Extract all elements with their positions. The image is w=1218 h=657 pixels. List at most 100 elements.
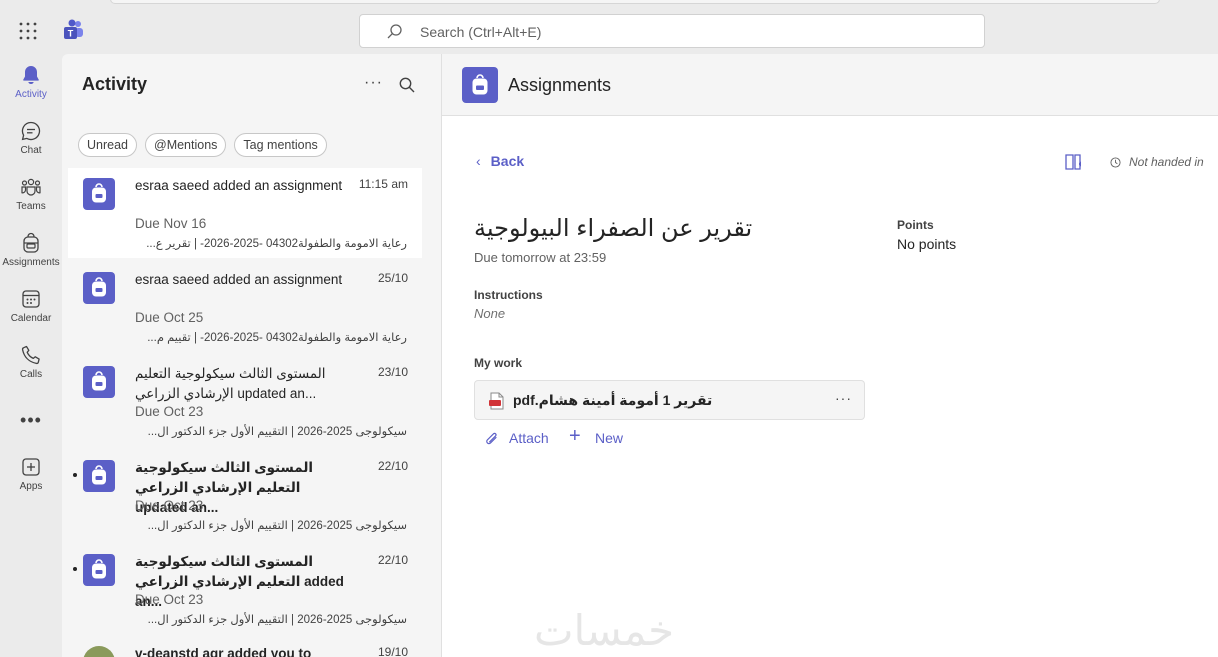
unread-indicator xyxy=(73,567,77,571)
paperclip-icon xyxy=(486,432,497,445)
item-subtitle: رعاية الامومة والطفولة04302 -2025-2026- … xyxy=(146,238,407,250)
pdf-file-icon xyxy=(489,392,504,410)
instructions-value: None xyxy=(474,306,506,321)
item-due: Due Oct 23 xyxy=(135,404,204,419)
rail-label: Chat xyxy=(20,145,42,156)
item-time: 11:15 am xyxy=(358,177,408,191)
more-apps-icon[interactable]: ••• xyxy=(0,410,62,431)
backpack-icon xyxy=(92,371,106,391)
backpack-icon xyxy=(472,74,488,95)
backpack-icon xyxy=(23,232,39,253)
plus-icon: + xyxy=(569,425,581,447)
teams-icon xyxy=(21,178,41,196)
rail-item-chat[interactable]: Chat xyxy=(0,120,62,172)
backpack-icon xyxy=(92,465,106,485)
browser-strip xyxy=(110,0,1160,4)
bell-icon xyxy=(23,66,39,85)
assignments-app-icon xyxy=(462,67,498,103)
assignments-app-avatar xyxy=(83,554,115,586)
activity-panel: Activity ··· Unread @Mentions Tag mentio… xyxy=(62,54,442,657)
more-options-icon[interactable]: ··· xyxy=(364,74,383,92)
phone-icon xyxy=(21,345,40,365)
rail-item-apps[interactable]: Apps xyxy=(0,456,62,508)
rail-item-assignments[interactable]: Assignments xyxy=(0,232,62,284)
rail-item-calls[interactable]: Calls xyxy=(0,344,62,396)
rail-item-teams[interactable]: Teams xyxy=(0,176,62,228)
rail-label: Assignments xyxy=(2,257,60,268)
instructions-label: Instructions xyxy=(474,288,543,302)
assignments-app-avatar xyxy=(83,460,115,492)
item-subtitle: سيكولوجى 2025-2026 | التقييم الأول جزء ا… xyxy=(147,520,407,532)
attach-button[interactable]: Attach xyxy=(486,430,549,446)
chat-icon xyxy=(21,121,41,141)
my-work-label: My work xyxy=(474,356,523,370)
item-time: 22/10 xyxy=(377,459,408,473)
rail-label: Calendar xyxy=(10,313,52,324)
rail-item-calendar[interactable]: Calendar xyxy=(0,288,62,340)
backpack-icon xyxy=(92,183,106,203)
new-label: New xyxy=(595,430,624,446)
item-due: Due Oct 23 xyxy=(135,592,204,607)
assignment-due: Due tomorrow at 23:59 xyxy=(474,250,607,265)
top-bar: T Search (Ctrl+Alt+E) xyxy=(0,0,1218,62)
activity-item[interactable]: esraa saeed added an assignment 25/10 Du… xyxy=(68,262,422,352)
activity-item[interactable]: esraa saeed added an assignment 11:15 am… xyxy=(68,168,422,258)
backpack-icon xyxy=(92,277,106,297)
unread-indicator xyxy=(73,473,77,477)
rail-label: Activity xyxy=(15,89,47,100)
item-title: المستوى الثالث سيكولوجية التعليم الإرشاد… xyxy=(135,366,326,401)
search-placeholder: Search (Ctrl+Alt+E) xyxy=(420,24,542,40)
activity-title: Activity xyxy=(82,74,148,94)
assignment-title: تقرير عن الصفراء البيولوجية xyxy=(474,215,753,242)
chip-unread[interactable]: Unread xyxy=(78,133,137,157)
app-launcher-grid-icon[interactable] xyxy=(18,21,38,41)
immersive-reader-icon[interactable] xyxy=(1064,153,1084,171)
add-app-icon xyxy=(22,458,40,476)
item-due: Due Nov 16 xyxy=(135,216,207,231)
back-label: Back xyxy=(490,153,525,169)
file-card[interactable]: تقرير 1 أمومة أمينة هشام.pdf ··· xyxy=(474,380,865,420)
item-time: 19/10 xyxy=(377,646,408,657)
back-button[interactable]: ‹ Back xyxy=(476,153,524,169)
item-time: 23/10 xyxy=(377,365,408,379)
activity-item[interactable]: المستوى الثالث سيكولوجية التعليم الإرشاد… xyxy=(68,356,422,446)
attach-label: Attach xyxy=(509,430,549,446)
app-rail: Activity Chat Teams Assignments Calendar… xyxy=(0,62,62,657)
item-subtitle: سيكولوجى 2025-2026 | التقييم الأول جزء ا… xyxy=(147,614,407,626)
rail-item-activity[interactable]: Activity xyxy=(0,64,62,116)
item-title: v-deanstd agr added you to xyxy=(135,646,312,657)
watermark: خمسات xyxy=(534,607,675,654)
item-time: 25/10 xyxy=(377,271,408,285)
item-subtitle: رعاية الامومة والطفولة04302 -2025-2026- … xyxy=(147,332,407,344)
main-header: Assignments xyxy=(442,54,1218,116)
points-value: No points xyxy=(897,236,957,252)
activity-item[interactable]: v-deanstd agr added you to 19/10 xyxy=(68,646,422,657)
avatar xyxy=(83,646,115,657)
search-bar[interactable]: Search (Ctrl+Alt+E) xyxy=(359,14,985,48)
calendar-icon xyxy=(22,290,40,308)
more-options-icon[interactable]: ··· xyxy=(835,390,852,406)
rail-label: Apps xyxy=(19,481,43,492)
svg-text:T: T xyxy=(68,29,74,39)
item-due: Due Oct 23 xyxy=(135,498,204,513)
rail-label: Teams xyxy=(16,201,46,212)
activity-item[interactable]: المستوى الثالث سيكولوجية التعليم الإرشاد… xyxy=(68,544,422,634)
activity-item[interactable]: المستوى الثالث سيكولوجية التعليم الإرشاد… xyxy=(68,450,422,540)
new-button[interactable]: + New xyxy=(569,425,624,447)
chip-tag-mentions[interactable]: Tag mentions xyxy=(234,133,327,157)
item-title: esraa saeed added an assignment xyxy=(135,272,343,287)
file-name: تقرير 1 أمومة أمينة هشام.pdf xyxy=(513,392,713,408)
item-title: esraa saeed added an assignment xyxy=(135,178,343,193)
app-title: Assignments xyxy=(508,75,612,95)
assignments-app-avatar xyxy=(83,178,115,210)
status-badge: Not handed in xyxy=(1129,155,1204,169)
assignment-detail: ‹ Back Not handed in تقرير عن الصفراء الب… xyxy=(442,116,1218,657)
teams-logo-icon: T xyxy=(64,19,83,39)
chevron-left-icon: ‹ xyxy=(476,153,481,169)
chip-mentions[interactable]: @Mentions xyxy=(145,133,227,157)
item-due: Due Oct 25 xyxy=(135,310,204,325)
points-label: Points xyxy=(897,218,934,232)
search-icon[interactable] xyxy=(398,76,416,94)
backpack-icon xyxy=(92,559,106,579)
assignments-app-avatar xyxy=(83,272,115,304)
